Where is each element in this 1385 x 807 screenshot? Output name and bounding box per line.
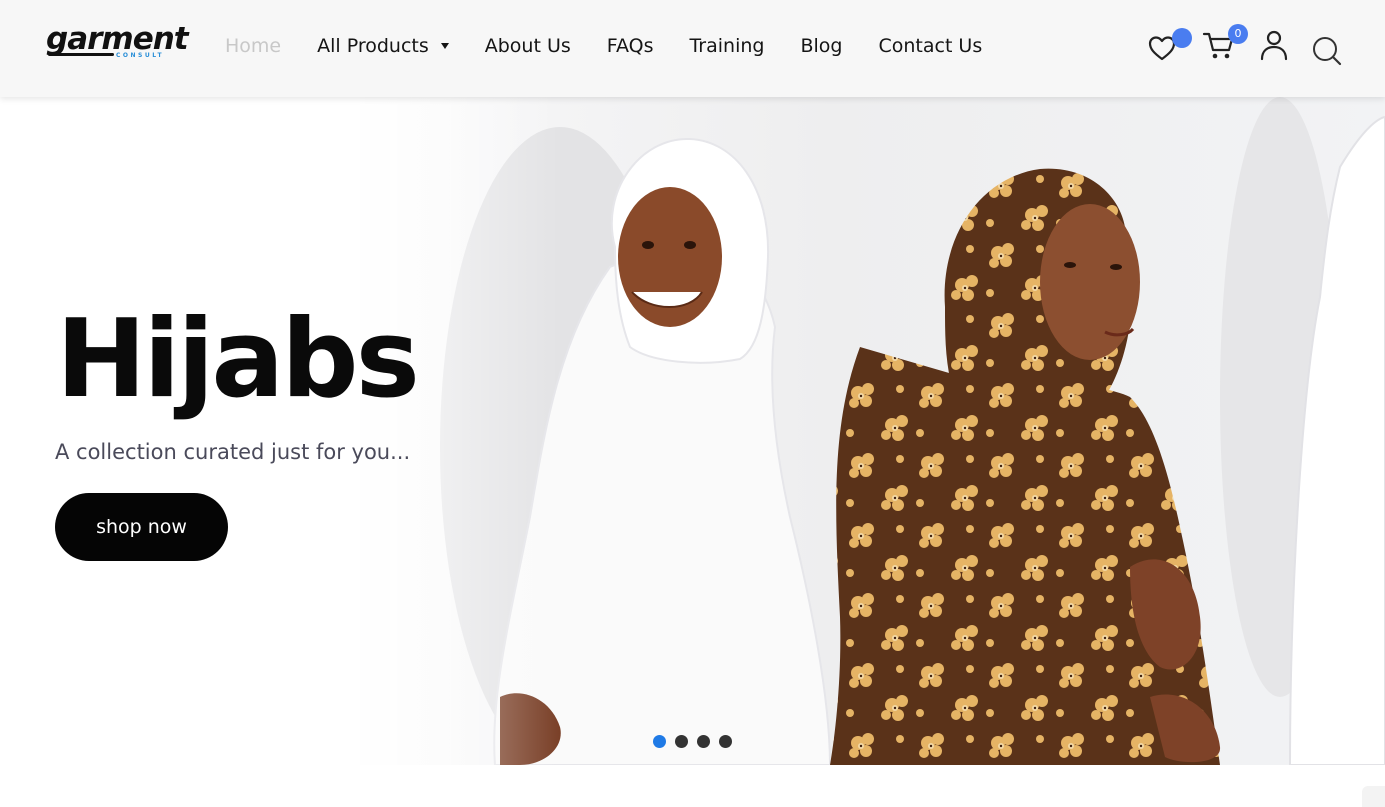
nav-item-faqs[interactable]: FAQs — [607, 35, 654, 57]
user-icon — [1260, 30, 1288, 61]
cart-count-badge: 0 — [1228, 24, 1248, 44]
brand-logo[interactable]: garment CONSULT — [46, 21, 189, 64]
nav-item-label: Home — [225, 35, 282, 57]
logo-underline — [48, 53, 114, 56]
cart-button[interactable]: 0 — [1202, 24, 1252, 64]
nav-item-label: All Products — [317, 35, 429, 57]
search-icon — [1313, 37, 1342, 66]
shop-now-button[interactable]: shop now — [55, 493, 228, 561]
nav-item-all-products[interactable]: All Products — [317, 35, 449, 57]
nav-item-label: Training — [689, 35, 765, 57]
nav-item-about-us[interactable]: About Us — [485, 35, 571, 57]
hero-subtitle: A collection curated just for you... — [55, 440, 411, 464]
scroll-corner — [1362, 786, 1385, 807]
carousel-dot[interactable] — [653, 735, 666, 748]
carousel-dot[interactable] — [697, 735, 710, 748]
caret-down-icon — [440, 43, 449, 49]
logo-wordmark: garment — [46, 21, 189, 57]
hero-photo — [0, 97, 1385, 765]
nav-item-training[interactable]: Training — [689, 35, 764, 57]
site-header: garment CONSULT Home All Products About … — [0, 0, 1385, 97]
page: garment CONSULT Home All Products About … — [0, 0, 1385, 807]
header-icons: 0 — [1140, 24, 1360, 74]
nav-item-label: Contact Us — [878, 35, 983, 57]
account-button[interactable] — [1258, 28, 1292, 64]
hero-banner: Hijabs A collection curated just for you… — [0, 97, 1385, 765]
main-nav: Home All Products About Us FAQs Training… — [225, 33, 1018, 59]
nav-item-label: Blog — [800, 35, 843, 57]
nav-item-blog[interactable]: Blog — [800, 35, 842, 57]
logo-subtitle: CONSULT — [116, 52, 165, 59]
nav-item-home[interactable]: Home — [225, 35, 281, 57]
wishlist-badge — [1172, 28, 1192, 48]
nav-item-label: FAQs — [606, 35, 654, 57]
nav-item-label: About Us — [484, 35, 571, 57]
nav-item-contact-us[interactable]: Contact Us — [878, 35, 982, 57]
carousel-dot[interactable] — [719, 735, 732, 748]
carousel-dot[interactable] — [675, 735, 688, 748]
wishlist-button[interactable] — [1146, 28, 1192, 66]
hero-title: Hijabs — [56, 297, 420, 422]
search-button[interactable] — [1310, 34, 1344, 68]
carousel-dots — [653, 735, 741, 748]
